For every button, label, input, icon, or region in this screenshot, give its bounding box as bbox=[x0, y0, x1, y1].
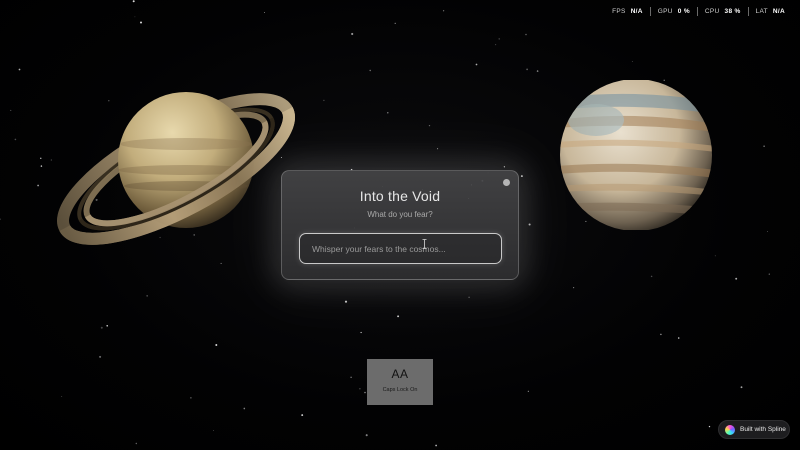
star bbox=[650, 275, 653, 278]
star bbox=[435, 444, 437, 447]
star bbox=[428, 124, 431, 127]
stat-label: LAT bbox=[755, 8, 768, 15]
star bbox=[264, 11, 265, 13]
star bbox=[40, 157, 42, 159]
star bbox=[359, 388, 361, 390]
star bbox=[677, 337, 680, 339]
star bbox=[14, 138, 17, 141]
saturn-planet bbox=[57, 92, 295, 245]
star bbox=[301, 414, 304, 417]
star bbox=[631, 60, 633, 63]
star bbox=[528, 223, 531, 226]
stat-value: N/A bbox=[630, 8, 643, 15]
star bbox=[364, 391, 366, 394]
spline-logo-icon bbox=[725, 424, 735, 435]
star bbox=[468, 296, 470, 299]
star bbox=[40, 165, 43, 167]
stat-label: GPU bbox=[657, 8, 673, 15]
star bbox=[10, 109, 12, 111]
star bbox=[768, 273, 770, 275]
star bbox=[100, 326, 103, 329]
star bbox=[135, 442, 138, 445]
star bbox=[735, 277, 738, 280]
performance-stats-bar: FPS N/A GPU 0 % CPU 38 % LAT N/A bbox=[605, 7, 792, 16]
card-subtitle: What do you fear? bbox=[367, 210, 433, 219]
star bbox=[475, 63, 478, 66]
star bbox=[344, 300, 348, 303]
stat-value: N/A bbox=[772, 8, 785, 15]
card-title: Into the Void bbox=[359, 188, 441, 204]
star bbox=[527, 390, 529, 392]
star bbox=[520, 175, 523, 178]
stat-label: FPS bbox=[612, 8, 626, 15]
badge-label: Built with Spline bbox=[740, 426, 786, 433]
star bbox=[139, 21, 143, 24]
star bbox=[708, 425, 711, 428]
star bbox=[134, 16, 136, 18]
stat-label: CPU bbox=[704, 8, 720, 15]
star bbox=[573, 287, 575, 289]
caps-lock-glyph: AA bbox=[391, 367, 409, 381]
star bbox=[526, 68, 528, 71]
star bbox=[536, 70, 539, 72]
star bbox=[503, 166, 506, 168]
star bbox=[323, 99, 325, 102]
stat-value: 38 % bbox=[724, 8, 741, 15]
star bbox=[767, 231, 769, 232]
star bbox=[213, 430, 214, 431]
star bbox=[365, 434, 368, 437]
star bbox=[387, 112, 389, 114]
stat-value: 0 % bbox=[677, 8, 690, 15]
fear-input[interactable] bbox=[299, 233, 502, 264]
star bbox=[37, 184, 39, 187]
star bbox=[132, 0, 135, 3]
star bbox=[442, 10, 445, 12]
star bbox=[525, 33, 527, 36]
jupiter-planet bbox=[560, 80, 712, 230]
star bbox=[660, 333, 662, 336]
caps-lock-label: Caps Lock On bbox=[382, 387, 418, 393]
star bbox=[397, 315, 400, 318]
star bbox=[0, 218, 1, 220]
stat-fps: FPS N/A bbox=[605, 7, 650, 16]
scene-canvas[interactable]: FPS N/A GPU 0 % CPU 38 % LAT N/A Into th… bbox=[0, 0, 800, 450]
status-dot-icon bbox=[503, 179, 510, 186]
star bbox=[394, 22, 396, 24]
star bbox=[106, 324, 109, 327]
star bbox=[714, 255, 716, 257]
star bbox=[437, 148, 439, 150]
built-with-spline-badge[interactable]: Built with Spline bbox=[718, 420, 790, 439]
star bbox=[18, 68, 21, 71]
star bbox=[498, 38, 500, 40]
star bbox=[351, 32, 354, 36]
caps-lock-indicator: AA Caps Lock On bbox=[367, 359, 433, 405]
star bbox=[369, 69, 371, 72]
star bbox=[243, 407, 246, 410]
stat-gpu: GPU 0 % bbox=[649, 7, 697, 16]
star bbox=[763, 145, 765, 147]
star bbox=[360, 331, 362, 334]
star bbox=[146, 295, 148, 297]
star bbox=[495, 44, 497, 46]
stat-lat: LAT N/A bbox=[747, 7, 792, 16]
text-cursor-icon bbox=[422, 239, 427, 249]
stat-cpu: CPU 38 % bbox=[696, 7, 748, 16]
star bbox=[99, 355, 102, 358]
star bbox=[215, 344, 218, 346]
star bbox=[740, 386, 743, 389]
star bbox=[350, 376, 352, 379]
star bbox=[190, 397, 192, 399]
star bbox=[61, 396, 63, 397]
void-card: Into the Void What do you fear? bbox=[281, 170, 519, 280]
